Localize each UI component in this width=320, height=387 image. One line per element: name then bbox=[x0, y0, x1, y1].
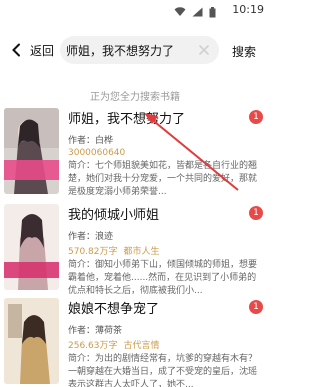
book-item[interactable]: 我的倾城小师姐 作者：浪迹 570.82万字 都市人生 简介：御知小师弟下山，倾国… bbox=[0, 204, 270, 296]
book-info: 娘娘不想争宠了 作者：薄荷茶 256.63万字 古代言情 简介：为出的剧情经常有，… bbox=[68, 298, 258, 387]
unread-badge: 1 bbox=[249, 206, 263, 220]
search-hint: 正为您全力搜索书籍 bbox=[90, 92, 180, 103]
battery-icon bbox=[209, 6, 216, 17]
book-description: 简介：为出的剧情经常有，坑爹的穿越有木有？一朝穿越在大婚当日，成了不受宠的皇后，… bbox=[68, 354, 258, 387]
book-genre: 古代言情 bbox=[123, 341, 160, 351]
chevron-left-icon bbox=[12, 43, 20, 57]
book-title: 我的倾城小师姐 bbox=[68, 208, 160, 223]
clear-icon[interactable] bbox=[197, 43, 211, 57]
book-title: 娘娘不想争宠了 bbox=[68, 302, 160, 317]
book-author: 作者：浪迹 bbox=[68, 232, 114, 242]
signal-icon bbox=[192, 7, 203, 17]
search-button[interactable]: 搜索 bbox=[232, 43, 256, 60]
wifi-icon bbox=[174, 7, 186, 16]
book-author: 作者：薄荷茶 bbox=[68, 326, 123, 336]
book-title: 师姐，我不想努力了 bbox=[68, 112, 186, 127]
book-info: 师姐，我不想努力了 作者：白桦 3000060640 简介：七个师姐貌美如花，皆… bbox=[68, 108, 258, 199]
status-bar: 10:19 bbox=[0, 0, 270, 24]
unread-badge: 1 bbox=[249, 300, 263, 314]
book-info: 我的倾城小师姐 作者：浪迹 570.82万字 都市人生 简介：御知小师弟下山，倾国… bbox=[68, 204, 258, 298]
search-query: 师姐，我不想努力了 bbox=[66, 44, 175, 58]
book-description: 简介：七个师姐貌美如花，皆都是各自行业的翘楚，她们对我十分宠爱，一个共同的爱好，… bbox=[68, 161, 258, 197]
book-description: 简介：御知小师弟下山，倾国倾城的师姐，想要霸着他，宠着他......然而，在见识… bbox=[68, 260, 258, 296]
book-meta: 256.63万字 古代言情 bbox=[68, 338, 258, 351]
search-input[interactable]: 师姐，我不想努力了 bbox=[60, 36, 219, 64]
book-meta: 570.82万字 都市人生 bbox=[68, 244, 258, 257]
status-icons bbox=[174, 6, 216, 18]
book-cover[interactable] bbox=[4, 298, 59, 384]
search-bar: 返回 师姐，我不想努力了 搜索 bbox=[0, 28, 270, 72]
book-word-count: 570.82万字 bbox=[68, 247, 118, 257]
book-genre: 都市人生 bbox=[123, 247, 160, 257]
back-label: 返回 bbox=[30, 43, 55, 58]
book-author: 作者：白桦 bbox=[68, 136, 114, 146]
back-button[interactable]: 返回 bbox=[10, 39, 54, 61]
clock: 10:19 bbox=[232, 3, 264, 16]
book-cover[interactable] bbox=[4, 108, 59, 194]
book-cover[interactable] bbox=[4, 204, 59, 290]
book-meta: 3000060640 bbox=[68, 148, 258, 158]
unread-badge: 1 bbox=[249, 110, 263, 124]
book-word-count: 256.63万字 bbox=[68, 341, 118, 351]
book-item[interactable]: 师姐，我不想努力了 作者：白桦 3000060640 简介：七个师姐貌美如花，皆… bbox=[0, 108, 270, 200]
book-word-count: 3000060640 bbox=[68, 148, 126, 158]
book-item[interactable]: 娘娘不想争宠了 作者：薄荷茶 256.63万字 古代言情 简介：为出的剧情经常有，… bbox=[0, 298, 270, 387]
